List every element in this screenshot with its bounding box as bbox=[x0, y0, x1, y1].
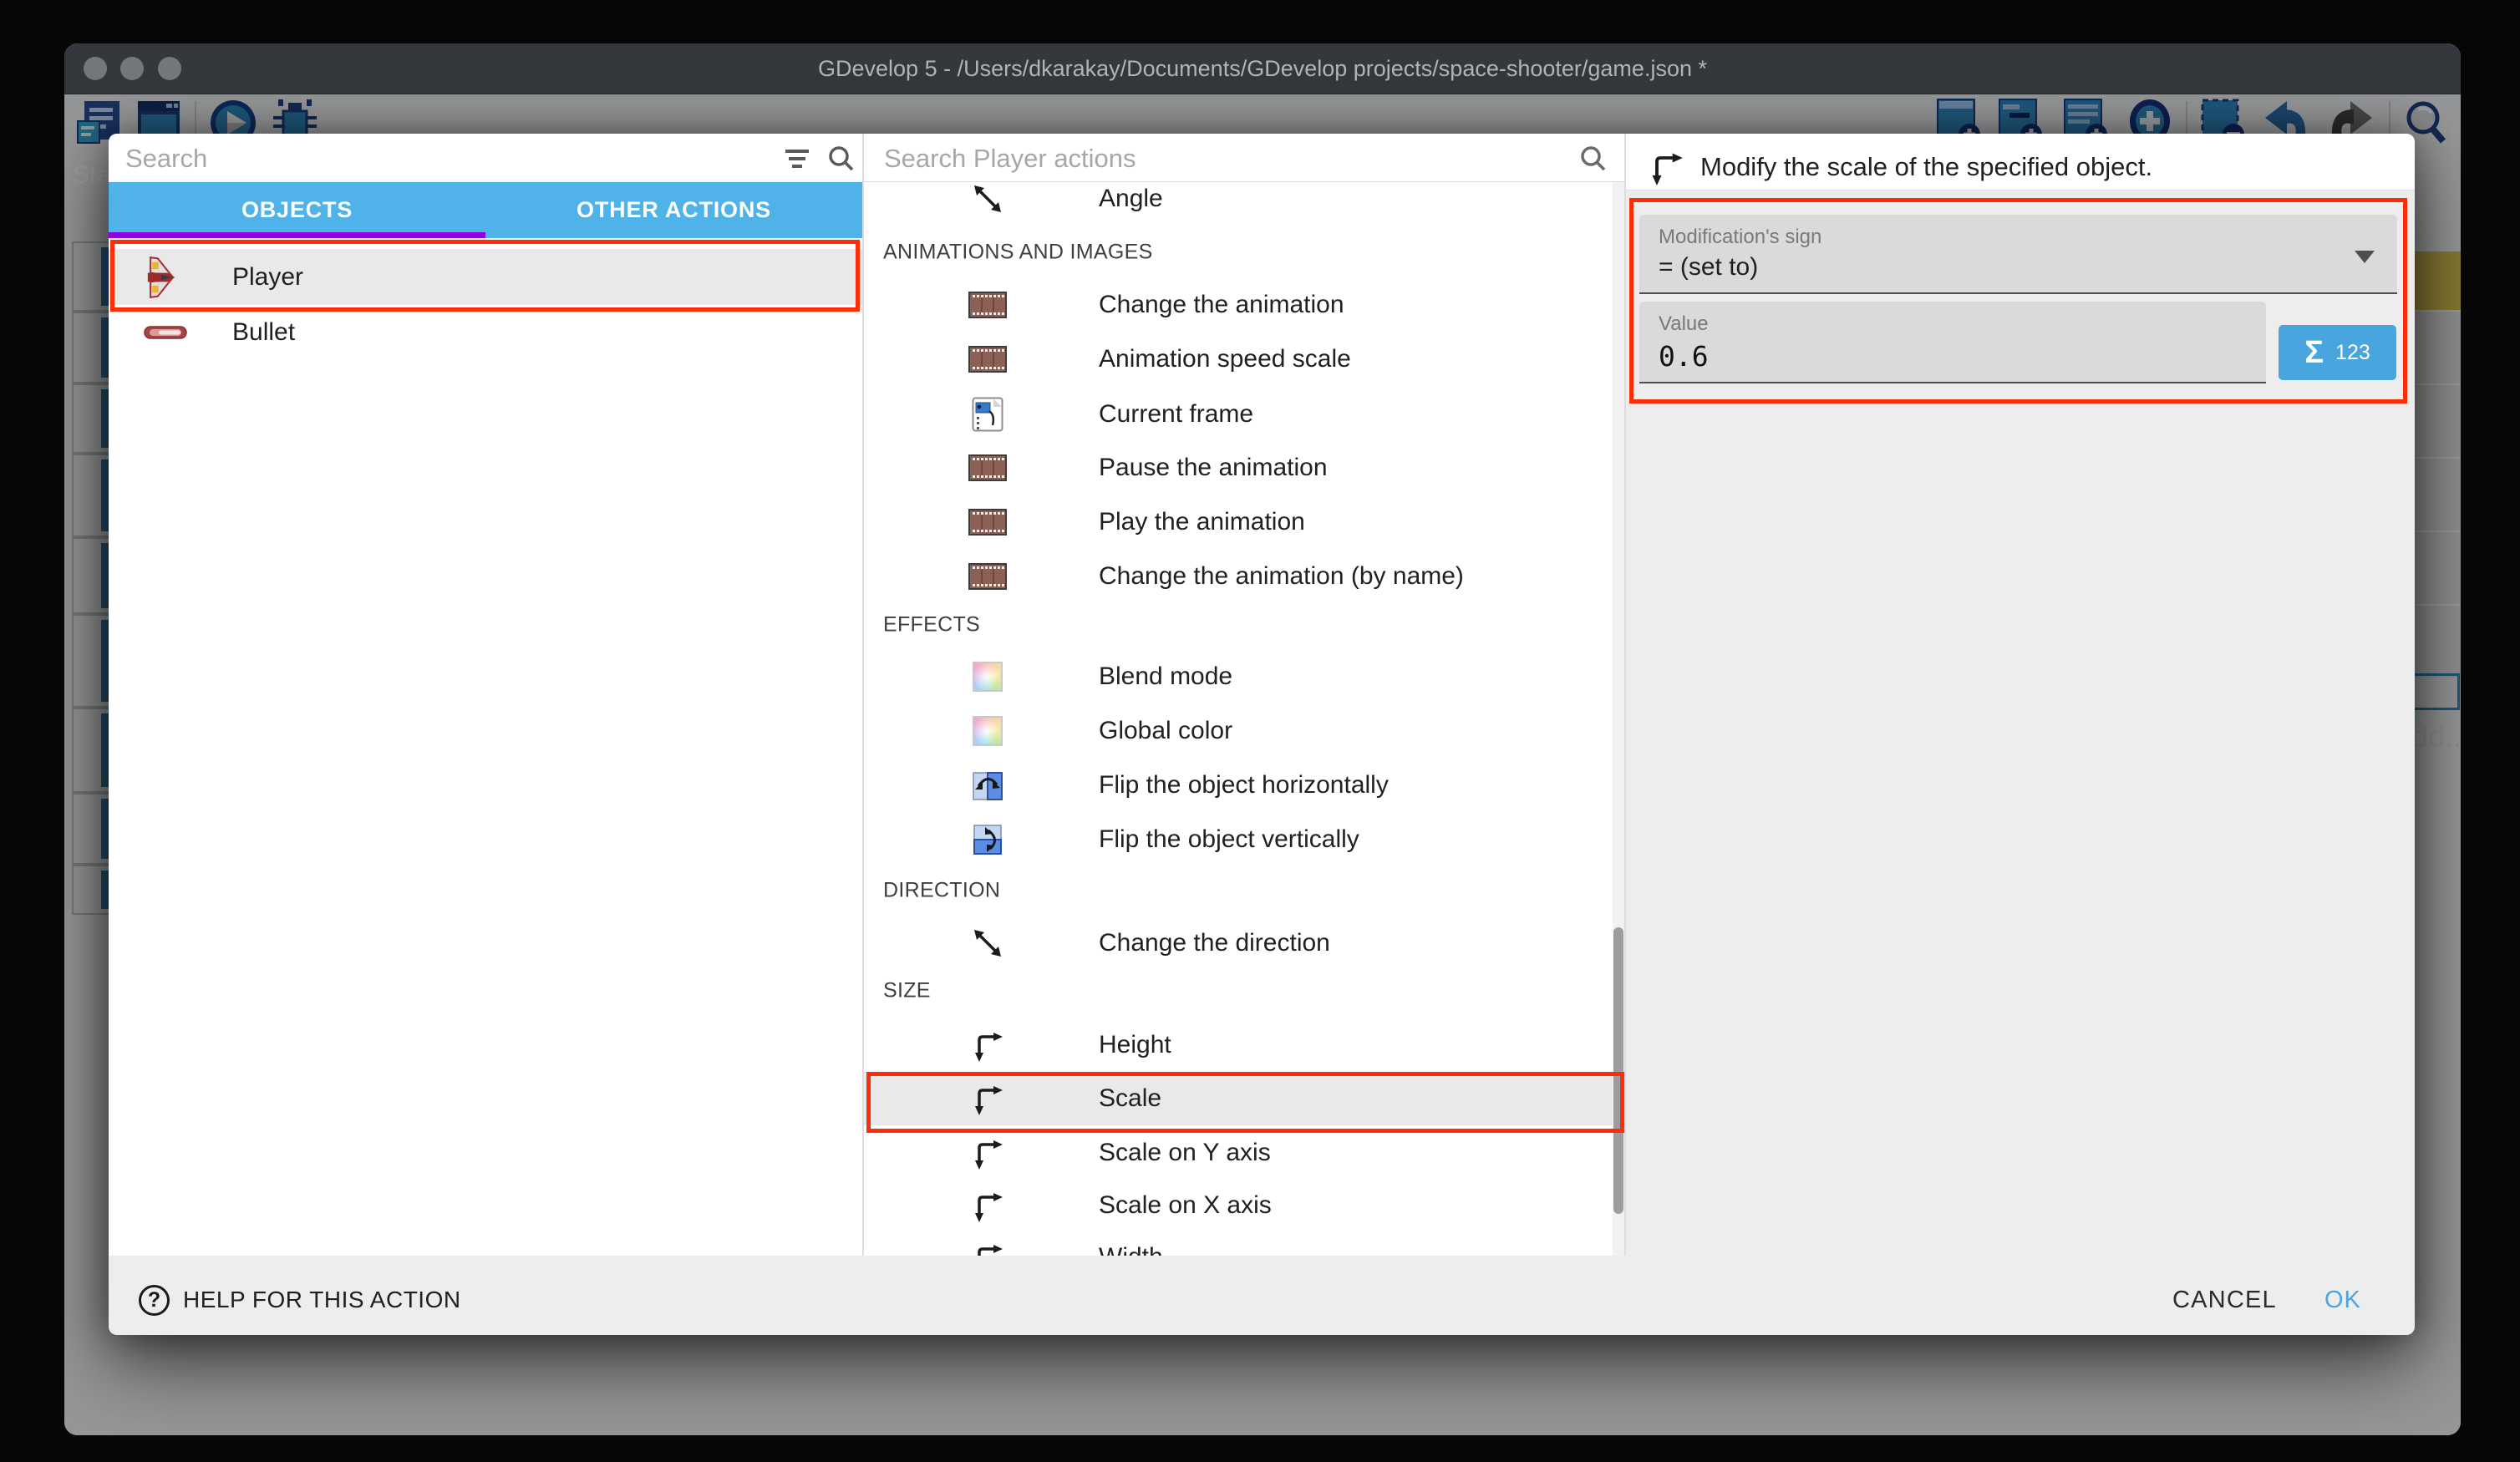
scale-icon bbox=[1648, 149, 1684, 190]
modification-sign-dropdown[interactable]: Modification's sign = (set to) bbox=[1639, 215, 2397, 294]
field-label: Modification's sign bbox=[1659, 226, 1821, 249]
film-icon bbox=[968, 509, 1007, 536]
action-label: Change the animation (by name) bbox=[1099, 562, 1464, 591]
action-label: Blend mode bbox=[1099, 662, 1232, 691]
action-editor-dialog: Search OBJECTSOTHER ACTIONS bbox=[109, 134, 2415, 1335]
spaceship-icon bbox=[144, 256, 177, 299]
window-title: GDevelop 5 - /Users/dkarakay/Documents/G… bbox=[818, 56, 1707, 82]
action-label: Current frame bbox=[1099, 400, 1253, 429]
film-icon bbox=[968, 563, 1007, 590]
sigma-icon: Σ bbox=[2304, 335, 2324, 371]
cancel-button[interactable]: CANCEL bbox=[2172, 1282, 2277, 1318]
help-for-this-action-link[interactable]: ? HELP FOR THIS ACTION bbox=[139, 1282, 461, 1318]
section-header: ANIMATIONS AND IMAGES bbox=[883, 241, 1153, 265]
tab-objects[interactable]: OBJECTS bbox=[109, 182, 485, 238]
action-item-scale-on-y-axis[interactable]: Scale on Y axis bbox=[864, 1126, 1613, 1180]
action-label: Flip the object vertically bbox=[1099, 825, 1359, 854]
action-item-scale[interactable]: Scale bbox=[864, 1072, 1613, 1125]
app-window: GDevelop 5 - /Users/dkarakay/Documents/G… bbox=[64, 43, 2461, 1435]
action-label: Scale on Y axis bbox=[1099, 1139, 1271, 1167]
film-icon bbox=[968, 454, 1007, 481]
object-label: Bullet bbox=[232, 318, 295, 347]
action-item-play-the-animation[interactable]: Play the animation bbox=[864, 495, 1613, 549]
action-item-height[interactable]: Height bbox=[864, 1018, 1613, 1072]
action-item-width[interactable]: Width bbox=[864, 1231, 1613, 1256]
action-label: Animation speed scale bbox=[1099, 345, 1351, 373]
field-value: 0.6 bbox=[1659, 340, 1709, 373]
flip-h-icon bbox=[972, 769, 1003, 801]
action-item-blend-mode[interactable]: Blend mode bbox=[864, 650, 1613, 703]
ok-button[interactable]: OK bbox=[2324, 1282, 2361, 1318]
objects-list: Player Bullet bbox=[109, 238, 862, 1256]
angle-icon bbox=[971, 182, 1004, 216]
scale-icon bbox=[971, 1082, 1004, 1115]
action-label: Angle bbox=[1099, 185, 1163, 213]
action-label: Scale bbox=[1099, 1084, 1161, 1113]
value-input[interactable]: Value 0.6 bbox=[1639, 302, 2266, 383]
help-icon: ? bbox=[139, 1285, 170, 1316]
field-label: Value bbox=[1659, 312, 1709, 336]
action-item-global-color[interactable]: Global color bbox=[864, 704, 1613, 758]
action-description: Modify the scale of the specified object… bbox=[1700, 152, 2152, 182]
expression-editor-button[interactable]: Σ 123 bbox=[2279, 325, 2396, 380]
section-header: SIZE bbox=[883, 979, 931, 1003]
search-icon bbox=[826, 143, 857, 179]
field-value: = (set to) bbox=[1659, 253, 1758, 282]
object-search-input[interactable]: Search bbox=[125, 144, 207, 174]
section-header: DIRECTION bbox=[883, 879, 1000, 903]
action-item-change-the-animation-by-name-[interactable]: Change the animation (by name) bbox=[864, 550, 1613, 603]
action-item-animation-speed-scale[interactable]: Animation speed scale bbox=[864, 333, 1613, 386]
actions-list: Angle ANIMATIONS AND IMAGES Change the an… bbox=[864, 134, 1624, 1256]
blend-icon bbox=[973, 662, 1003, 692]
action-item-change-the-direction[interactable]: Change the direction bbox=[864, 916, 1613, 970]
scale-icon bbox=[971, 1028, 1004, 1062]
action-label: Global color bbox=[1099, 717, 1232, 745]
bullet-icon bbox=[144, 325, 187, 340]
action-item-angle[interactable]: Angle bbox=[864, 172, 1613, 226]
action-item-flip-the-object-vertically[interactable]: Flip the object vertically bbox=[864, 813, 1613, 866]
scale-icon bbox=[971, 1136, 1004, 1170]
object-item-bullet[interactable]: Bullet bbox=[109, 304, 862, 360]
action-label: Change the animation bbox=[1099, 291, 1344, 319]
object-item-player[interactable]: Player bbox=[109, 249, 862, 305]
action-label: Width bbox=[1099, 1243, 1163, 1256]
film-icon bbox=[968, 292, 1007, 318]
active-tab-indicator bbox=[109, 232, 485, 238]
film-icon bbox=[968, 346, 1007, 373]
angle-icon bbox=[971, 926, 1004, 960]
action-item-flip-the-object-horizontally[interactable]: Flip the object horizontally bbox=[864, 759, 1613, 812]
minimize-window-button[interactable] bbox=[120, 57, 144, 80]
action-label: Play the animation bbox=[1099, 508, 1305, 536]
object-label: Player bbox=[232, 263, 303, 292]
action-label: Height bbox=[1099, 1031, 1171, 1059]
zoom-window-button[interactable] bbox=[158, 57, 181, 80]
scrollbar-thumb[interactable] bbox=[1613, 927, 1623, 1214]
titlebar: GDevelop 5 - /Users/dkarakay/Documents/G… bbox=[64, 43, 2461, 94]
filter-icon[interactable] bbox=[782, 143, 812, 177]
panel-divider bbox=[1624, 134, 1626, 1256]
flip-v-icon bbox=[972, 824, 1003, 855]
object-type-tabs: OBJECTSOTHER ACTIONS bbox=[109, 182, 862, 238]
action-label: Change the direction bbox=[1099, 929, 1330, 957]
tab-other-actions[interactable]: OTHER ACTIONS bbox=[485, 182, 862, 238]
frame-icon bbox=[972, 397, 1003, 432]
action-item-change-the-animation[interactable]: Change the animation bbox=[864, 278, 1613, 332]
actions-scrollbar bbox=[1613, 182, 1624, 1256]
section-header: EFFECTS bbox=[883, 613, 980, 637]
chevron-down-icon bbox=[2355, 251, 2375, 263]
scale-icon bbox=[971, 1241, 1004, 1256]
action-label: Pause the animation bbox=[1099, 454, 1328, 482]
close-window-button[interactable] bbox=[84, 57, 107, 80]
action-item-current-frame[interactable]: Current frame bbox=[864, 388, 1613, 441]
action-item-pause-the-animation[interactable]: Pause the animation bbox=[864, 441, 1613, 495]
action-label: Flip the object horizontally bbox=[1099, 771, 1389, 800]
action-label: Scale on X axis bbox=[1099, 1191, 1272, 1220]
action-item-scale-on-x-axis[interactable]: Scale on X axis bbox=[864, 1179, 1613, 1232]
blend-icon bbox=[973, 716, 1003, 746]
scale-icon bbox=[971, 1189, 1004, 1222]
object-search-row: Search bbox=[109, 134, 862, 182]
